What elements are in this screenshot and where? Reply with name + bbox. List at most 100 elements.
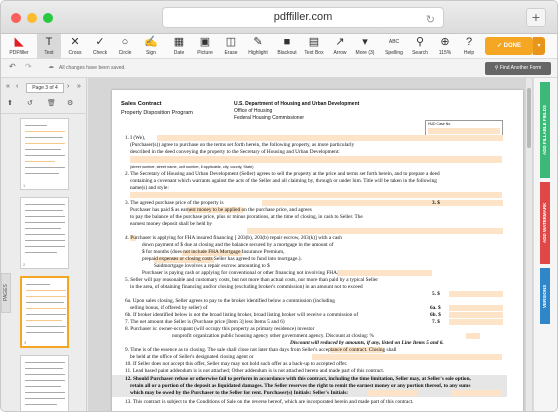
add-watermark-tab[interactable]: ADD WATERMARK xyxy=(540,182,550,264)
doc-line: 6a. Upon sales closing, Seller agrees to… xyxy=(125,298,335,304)
title-name-field[interactable] xyxy=(130,192,502,198)
save-status: All changes have been saved. xyxy=(59,65,126,71)
reload-icon[interactable]: ↻ xyxy=(426,11,435,30)
versions-tab[interactable]: VERSIONS xyxy=(540,268,550,324)
add-fillable-fields-tab[interactable]: ADD FILLABLE FIELDS xyxy=(540,82,550,178)
last-page-icon[interactable]: » xyxy=(77,83,81,90)
redo-icon[interactable]: ↷ xyxy=(25,62,32,71)
page-settings-icon[interactable]: ⚙ xyxy=(67,99,73,107)
search-icon: ⚲ xyxy=(415,36,425,48)
rotate-page-icon[interactable]: ↺ xyxy=(27,99,33,107)
repair-escrow-field[interactable] xyxy=(337,270,432,276)
browser-window: pdffiller.com ↻ + ◣ PDFfiller T Text ✕ Cro… xyxy=(0,0,558,412)
doc-commissioner: Federal Housing Commissioner xyxy=(234,115,305,121)
maximize-window-button[interactable] xyxy=(43,13,53,23)
textbox-icon: ▤ xyxy=(308,36,320,48)
net-amount-field[interactable] xyxy=(449,319,503,325)
amount-label: 6a. $ xyxy=(430,305,441,311)
next-page-icon[interactable]: › xyxy=(67,83,69,90)
done-button[interactable]: ✓ DONE xyxy=(485,37,533,55)
prev-page-icon[interactable]: ‹ xyxy=(16,83,18,90)
document-scrollbar[interactable] xyxy=(526,78,532,411)
page-navigation: « ‹ Page 3 of 4 › » ⬆ ↺ 🗑 ⚙ xyxy=(1,78,87,114)
address-bar[interactable]: pdffiller.com ↻ xyxy=(162,7,444,28)
page-thumbnail-2[interactable]: 2 xyxy=(20,197,69,269)
undo-icon[interactable]: ↶ xyxy=(9,62,16,71)
highlighter-icon: ✎ xyxy=(253,36,263,48)
commission-6a-field[interactable] xyxy=(449,305,503,311)
doc-line: Discount will reduced by amounts, if any… xyxy=(290,340,444,346)
status-bar: ↶ ↷ ☁ All changes have been saved. ⚲ Fin… xyxy=(1,59,557,78)
doc-line: be held at the office of Seller's design… xyxy=(130,354,254,360)
close-window-button[interactable] xyxy=(11,13,21,23)
amount-label: 3. $ xyxy=(432,200,440,206)
doc-line: prepaid expenses or closing costs Seller… xyxy=(142,256,302,262)
right-tools-rail: ADD FILLABLE FIELDS ADD WATERMARK VERSIO… xyxy=(533,78,557,411)
purchaser-initials-field[interactable] xyxy=(367,390,417,396)
find-another-form-button[interactable]: ⚲ Find Another Form xyxy=(485,62,551,75)
picture-icon: ▣ xyxy=(199,36,211,48)
doc-office: Office of Housing xyxy=(234,108,273,114)
new-tab-button[interactable]: + xyxy=(526,8,546,27)
calendar-icon: ▦ xyxy=(173,36,185,48)
blackout-icon: ■ xyxy=(283,36,291,48)
tool-highlight[interactable]: ✎ Highlight xyxy=(246,34,270,59)
add-page-icon[interactable]: ⬆ xyxy=(7,99,13,107)
doc-line: (Purchaser(s)) agree to purchase on the … xyxy=(130,142,355,148)
document-page[interactable]: Sales Contract Property Disposition Prog… xyxy=(112,90,523,411)
tool-sign[interactable]: ✍ Sign xyxy=(139,34,163,59)
tool-help[interactable]: ? Help xyxy=(457,34,481,59)
thumb-number: 2 xyxy=(23,262,26,267)
scrollbar-thumb[interactable] xyxy=(527,88,531,148)
doc-line: selling bonus, if offered by seller) of xyxy=(130,305,208,311)
property-address-field[interactable] xyxy=(130,156,502,163)
minimize-window-button[interactable] xyxy=(27,13,37,23)
circle-icon: ○ xyxy=(121,36,129,48)
commission-6b-field[interactable] xyxy=(449,312,503,318)
doc-line: 8. Purchaser is: owner-occupant (will oc… xyxy=(125,326,315,332)
more-icon: ▾ xyxy=(362,36,368,48)
doc-line: 12. Should Purchaser refuse or otherwise… xyxy=(125,376,471,382)
case-number-field[interactable] xyxy=(428,128,500,134)
doc-line: Purchaser has paid $ as earnest money to… xyxy=(130,207,312,213)
discount-field[interactable] xyxy=(466,333,480,339)
browser-titlebar: pdffiller.com ↻ + xyxy=(1,1,557,34)
thumb-number: 3 xyxy=(24,340,27,345)
doc-line: 11. Lead based paint addendum is is not … xyxy=(125,368,385,374)
doc-line: 9. Time is of the essence as to closing.… xyxy=(125,347,397,353)
closing-agent-field[interactable] xyxy=(312,354,502,360)
deposit-holder-field[interactable] xyxy=(247,228,503,234)
doc-line: Saidmortgage involves a repair escrow am… xyxy=(154,263,270,269)
done-dropdown-icon[interactable]: ▾ xyxy=(533,37,545,55)
amount-label: 6b. $ xyxy=(430,312,441,318)
cloud-icon: ☁ xyxy=(48,64,54,70)
doc-line: earnest money deposit shall be held by xyxy=(130,221,213,227)
page-thumbnail-3[interactable]: 3 xyxy=(20,276,69,348)
page-thumbnail-4[interactable]: 4 xyxy=(20,355,69,411)
find-label: Find Another Form xyxy=(499,65,542,71)
doc-agency: U.S. Department of Housing and Urban Dev… xyxy=(234,101,360,107)
case-number-label: HUD Case No. xyxy=(428,122,452,126)
page-indicator[interactable]: Page 3 of 4 xyxy=(26,83,64,93)
spelling-icon: ABC xyxy=(388,39,400,45)
doc-line: 5. Seller will pay reasonable and custom… xyxy=(125,277,379,283)
purchaser-name-field[interactable] xyxy=(157,135,503,141)
tool-more[interactable]: ▾ More (3) xyxy=(353,34,377,59)
help-icon: ? xyxy=(465,36,473,48)
doc-line: 4. Purchaser is applying for FHA insured… xyxy=(125,235,342,241)
doc-line: 1. I (We), xyxy=(125,135,146,141)
page-thumbnail-1[interactable]: 1 xyxy=(20,118,69,190)
doc-title: Sales Contract xyxy=(121,101,162,107)
first-page-icon[interactable]: « xyxy=(6,83,10,90)
doc-line: 10. If Seller does not accept this offer… xyxy=(125,361,348,367)
pdffiller-logo[interactable]: ◣ PDFfiller xyxy=(5,34,33,59)
price-amount-field[interactable] xyxy=(449,200,503,206)
seller-initials-field[interactable] xyxy=(452,390,502,396)
price-words-field[interactable] xyxy=(262,200,452,206)
delete-page-icon[interactable]: 🗑 xyxy=(47,99,56,107)
pages-tab[interactable]: PAGES xyxy=(1,273,11,313)
arrow-icon: ↗ xyxy=(335,36,345,48)
doc-line: described in the deed conveying the prop… xyxy=(130,149,340,155)
thumb-number: 1 xyxy=(23,183,26,188)
closing-cost-field[interactable] xyxy=(449,291,503,297)
